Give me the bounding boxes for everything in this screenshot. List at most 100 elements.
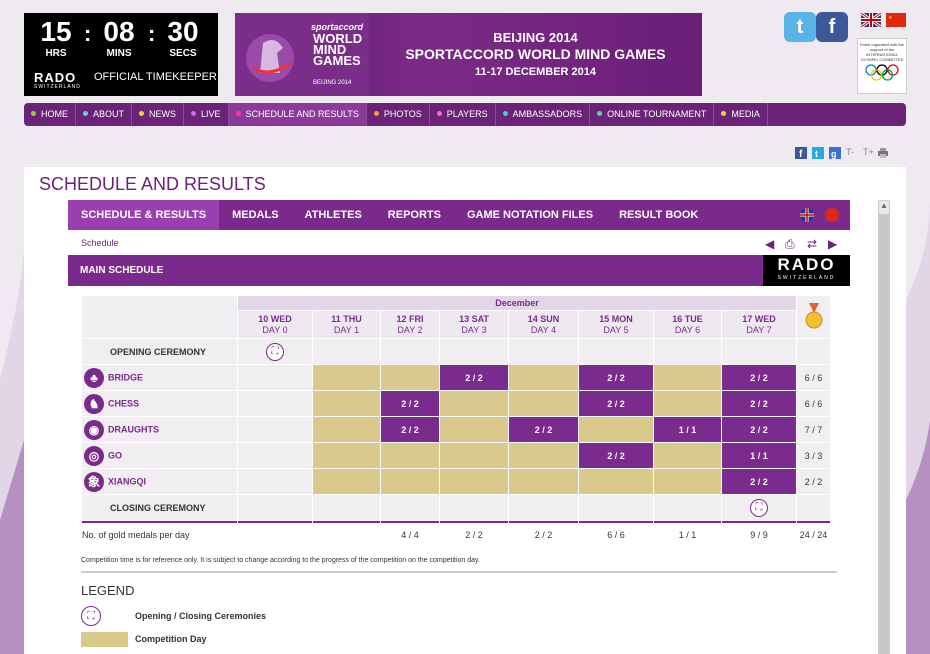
rado-logo: RADO (34, 70, 77, 85)
scrollbar-thumb[interactable] (879, 214, 889, 654)
subnav-reports[interactable]: REPORTS (375, 200, 454, 230)
empty-cell (440, 339, 508, 364)
print-icon[interactable]: ⎙ (785, 237, 795, 252)
chinese-flag-icon[interactable]: ★ (886, 13, 906, 27)
subnav-game-notation-files[interactable]: GAME NOTATION FILES (454, 200, 606, 230)
medal-event-cell[interactable]: 2 / 2 (440, 365, 508, 390)
empty-cell (722, 339, 796, 364)
sport-name[interactable]: ◎ GO (82, 443, 237, 468)
nav-item-about[interactable]: ABOUT (76, 103, 133, 126)
empty-cell (579, 495, 653, 520)
medal-event-cell[interactable]: 1 / 1 (654, 417, 721, 442)
schedule-note: Competition time is for reference only. … (81, 557, 480, 564)
nav-bullet-icon (83, 111, 88, 116)
nav-bullet-icon (502, 111, 508, 116)
official-timekeeper-label: OFFICIAL TIMEKEEPER (94, 71, 217, 83)
day-number: DAY 1 (333, 324, 360, 335)
medal-event-cell[interactable]: 2 / 2 (722, 417, 796, 442)
competition-day-cell (381, 469, 439, 494)
competition-day-cell (440, 443, 508, 468)
schedule-row: CLOSING CEREMONY ⛶ (82, 495, 830, 520)
english-language-icon[interactable] (800, 208, 814, 222)
gold-medal-icon (797, 296, 830, 338)
sport-name[interactable]: ♞ CHESS (82, 391, 237, 416)
nav-bullet-icon (436, 111, 442, 116)
event-banner[interactable]: sportaccord WORLD MIND GAMES BEIJING 201… (235, 13, 702, 96)
font-bigger-button[interactable]: T+ (863, 147, 874, 159)
font-smaller-button[interactable]: T- (846, 147, 854, 159)
nav-bullet-icon (235, 111, 241, 116)
chinese-language-icon[interactable] (825, 208, 839, 222)
nav-item-online-tournament[interactable]: ONLINE TOURNAMENT (590, 103, 715, 126)
medal-event-cell[interactable]: 2 / 2 (381, 417, 439, 442)
subnav-schedule-results[interactable]: SCHEDULE & RESULTS (68, 200, 220, 230)
gold-total: 24 / 24 (797, 521, 830, 546)
empty-cell (238, 495, 312, 520)
nav-item-label: SCHEDULE AND RESULTS (245, 109, 359, 119)
nav-item-news[interactable]: NEWS (132, 103, 185, 126)
nav-item-media[interactable]: MEDIA (714, 103, 768, 126)
day-date: 15 MON (599, 313, 633, 324)
gold-per-day-value: 4 / 4 (381, 521, 439, 546)
timer-minutes: 08 (103, 16, 135, 47)
subnav-athletes[interactable]: ATHLETES (292, 200, 375, 230)
empty-cell (238, 469, 312, 494)
olympic-rings-icon (865, 64, 899, 81)
subnav-result-book[interactable]: RESULT BOOK (606, 200, 711, 230)
english-flag-icon[interactable] (861, 13, 881, 27)
schedule-row: ♞ CHESS 2 / 22 / 22 / 26 / 6 (82, 391, 830, 416)
competition-day-swatch (81, 632, 128, 647)
subnav-medals[interactable]: MEDALS (219, 200, 291, 230)
empty-cell (381, 339, 439, 364)
facebook-share-icon[interactable]: f (795, 147, 807, 159)
medal-event-cell[interactable]: 1 / 1 (722, 443, 796, 468)
twitter-icon[interactable]: t (784, 12, 816, 42)
nav-item-photos[interactable]: PHOTOS (367, 103, 430, 126)
timer-seconds-label: SECS (169, 48, 197, 59)
ceremony-icon: ⛶ (750, 498, 768, 517)
timer-hours-label: HRS (45, 48, 67, 59)
day-number: DAY 2 (397, 324, 423, 335)
twitter-share-icon[interactable]: t (812, 147, 824, 159)
medal-event-cell[interactable]: 2 / 2 (579, 391, 653, 416)
previous-icon[interactable]: ◀ (765, 237, 774, 251)
competition-day-cell (313, 469, 380, 494)
medal-event-cell[interactable]: 2 / 2 (722, 469, 796, 494)
day-number: DAY 7 (746, 324, 772, 335)
nav-bullet-icon (31, 111, 36, 116)
nav-item-schedule-and-results[interactable]: SCHEDULE AND RESULTS (228, 103, 367, 126)
nav-item-live[interactable]: LIVE (184, 103, 229, 126)
medal-event-cell[interactable]: 2 / 2 (381, 391, 439, 416)
competition-day-cell (440, 417, 508, 442)
svg-text:★: ★ (888, 15, 893, 21)
ceremony-icon: ⛶ (81, 606, 101, 626)
breadcrumb[interactable]: Schedule (81, 238, 119, 248)
next-icon[interactable]: ▶ (828, 237, 837, 251)
nav-item-ambassadors[interactable]: AMBASSADORS (496, 103, 591, 126)
medal-event-cell[interactable]: 2 / 2 (579, 443, 653, 468)
google-share-icon[interactable]: g (829, 147, 841, 159)
refresh-icon[interactable]: ⇄ (807, 237, 817, 251)
day-header: 15 MON DAY 5 (579, 311, 653, 338)
ceremony-cell: ⛶ (722, 495, 796, 520)
sport-name[interactable]: ♣ BRIDGE (82, 365, 237, 390)
medal-event-cell[interactable]: 2 / 2 (509, 417, 578, 442)
scroll-up-icon[interactable]: ▲ (879, 201, 889, 213)
competition-day-cell (509, 469, 578, 494)
timer-hours: 15 (40, 16, 72, 47)
empty-cell (440, 495, 508, 520)
day-date: 14 SUN (527, 313, 560, 324)
nav-item-players[interactable]: PLAYERS (430, 103, 496, 126)
nav-item-label: NEWS (149, 109, 177, 119)
medal-event-cell[interactable]: 2 / 2 (722, 365, 796, 390)
medal-event-cell[interactable]: 2 / 2 (579, 365, 653, 390)
competition-day-cell (579, 469, 653, 494)
empty-cell (238, 417, 312, 442)
sport-name[interactable]: ◉ DRAUGHTS (82, 417, 237, 442)
sport-name[interactable]: 象 XIANGQI (82, 469, 237, 494)
nav-item-home[interactable]: HOME (24, 103, 76, 126)
print-icon[interactable] (878, 147, 888, 159)
day-date: 10 WED (258, 313, 292, 324)
facebook-icon[interactable]: f (816, 12, 848, 42)
medal-event-cell[interactable]: 2 / 2 (722, 391, 796, 416)
